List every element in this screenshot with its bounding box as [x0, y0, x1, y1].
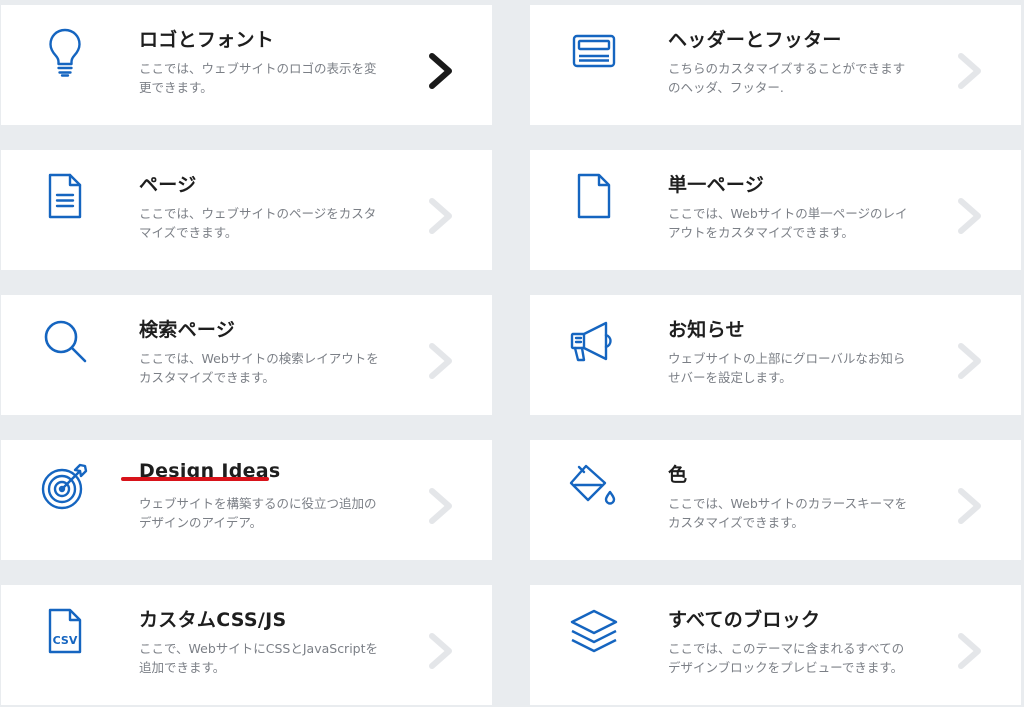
card-title: ヘッダーとフッター: [668, 29, 842, 51]
card-announcement[interactable]: お知らせ ウェブサイトの上部にグローバルなお知らせバーを設定します。: [530, 295, 1021, 415]
lightbulb-icon: [37, 23, 93, 79]
search-icon: [37, 313, 93, 369]
chevron-right-icon[interactable]: [954, 629, 986, 673]
csv-file-icon: CSV: [37, 603, 93, 659]
card-search-page[interactable]: 検索ページ ここでは、Webサイトの検索レイアウトをカスタマイズできます。: [1, 295, 492, 415]
highlight-underline: [121, 477, 269, 481]
card-description: ここでは、Webサイトの検索レイアウトをカスタマイズできます。: [139, 351, 379, 385]
card-description: ウェブサイトを構築するのに役立つ追加のデザインのアイデア。: [139, 496, 377, 530]
chevron-right-icon[interactable]: [425, 629, 457, 673]
header-footer-icon: [566, 23, 622, 79]
card-title: ページ: [139, 174, 197, 196]
card-description: ここでは、ウェブサイトのページをカスタマイズできます。: [139, 206, 377, 240]
chevron-right-icon[interactable]: [425, 194, 457, 238]
card-description: ここでは、Webサイトの単一ページのレイアウトをカスタマイズできます。: [668, 206, 908, 240]
card-logo-font[interactable]: ロゴとフォント ここでは、ウェブサイトのロゴの表示を変更できます。: [1, 5, 492, 125]
megaphone-icon: [566, 313, 622, 369]
card-custom-css-js[interactable]: CSV カスタムCSS/JS ここで、WebサイトにCSSとJavaScript…: [1, 585, 492, 705]
card-title: 検索ページ: [139, 319, 236, 341]
document-icon: [37, 168, 93, 224]
chevron-right-icon[interactable]: [954, 339, 986, 383]
card-title: お知らせ: [668, 319, 745, 341]
card-title: すべてのブロック: [668, 609, 821, 631]
paint-bucket-icon: [566, 458, 622, 514]
chevron-right-icon[interactable]: [954, 194, 986, 238]
card-description: ウェブサイトの上部にグローバルなお知らせバーを設定します。: [668, 351, 906, 385]
card-description: ここでは、Webサイトのカラースキーマをカスタマイズできます。: [668, 496, 908, 530]
chevron-right-icon[interactable]: [425, 484, 457, 528]
card-title: ロゴとフォント: [139, 29, 275, 51]
chevron-right-icon[interactable]: [954, 49, 986, 93]
card-description: こちらのカスタマイズすることができますのヘッダ、フッター.: [668, 61, 906, 95]
card-description: ここで、WebサイトにCSSとJavaScriptを追加できます。: [139, 641, 379, 675]
chevron-right-icon[interactable]: [954, 484, 986, 528]
card-color[interactable]: 色 ここでは、Webサイトのカラースキーマをカスタマイズできます。: [530, 440, 1021, 560]
card-page[interactable]: ページ ここでは、ウェブサイトのページをカスタマイズできます。: [1, 150, 492, 270]
chevron-right-icon[interactable]: [425, 339, 457, 383]
layers-icon: [566, 603, 622, 659]
card-all-blocks[interactable]: すべてのブロック ここでは、このテーマに含まれるすべてのデザインブロックをプレビ…: [530, 585, 1021, 705]
card-header-footer[interactable]: ヘッダーとフッター こちらのカスタマイズすることができますのヘッダ、フッター.: [530, 5, 1021, 125]
card-title: 単一ページ: [668, 174, 765, 196]
card-title: 色: [668, 464, 688, 486]
chevron-right-icon[interactable]: [425, 49, 457, 93]
blank-page-icon: [566, 168, 622, 224]
card-single-page[interactable]: 単一ページ ここでは、Webサイトの単一ページのレイアウトをカスタマイズできます…: [530, 150, 1021, 270]
card-description: ここでは、このテーマに含まれるすべてのデザインブロックをプレビューできます。: [668, 641, 905, 675]
card-design-ideas[interactable]: Design Ideas ウェブサイトを構築するのに役立つ追加のデザインのアイデ…: [1, 440, 492, 560]
target-icon: [37, 458, 93, 514]
card-description: ここでは、ウェブサイトのロゴの表示を変更できます。: [139, 61, 377, 95]
svg-text:CSV: CSV: [53, 634, 78, 647]
card-title: カスタムCSS/JS: [139, 609, 287, 631]
